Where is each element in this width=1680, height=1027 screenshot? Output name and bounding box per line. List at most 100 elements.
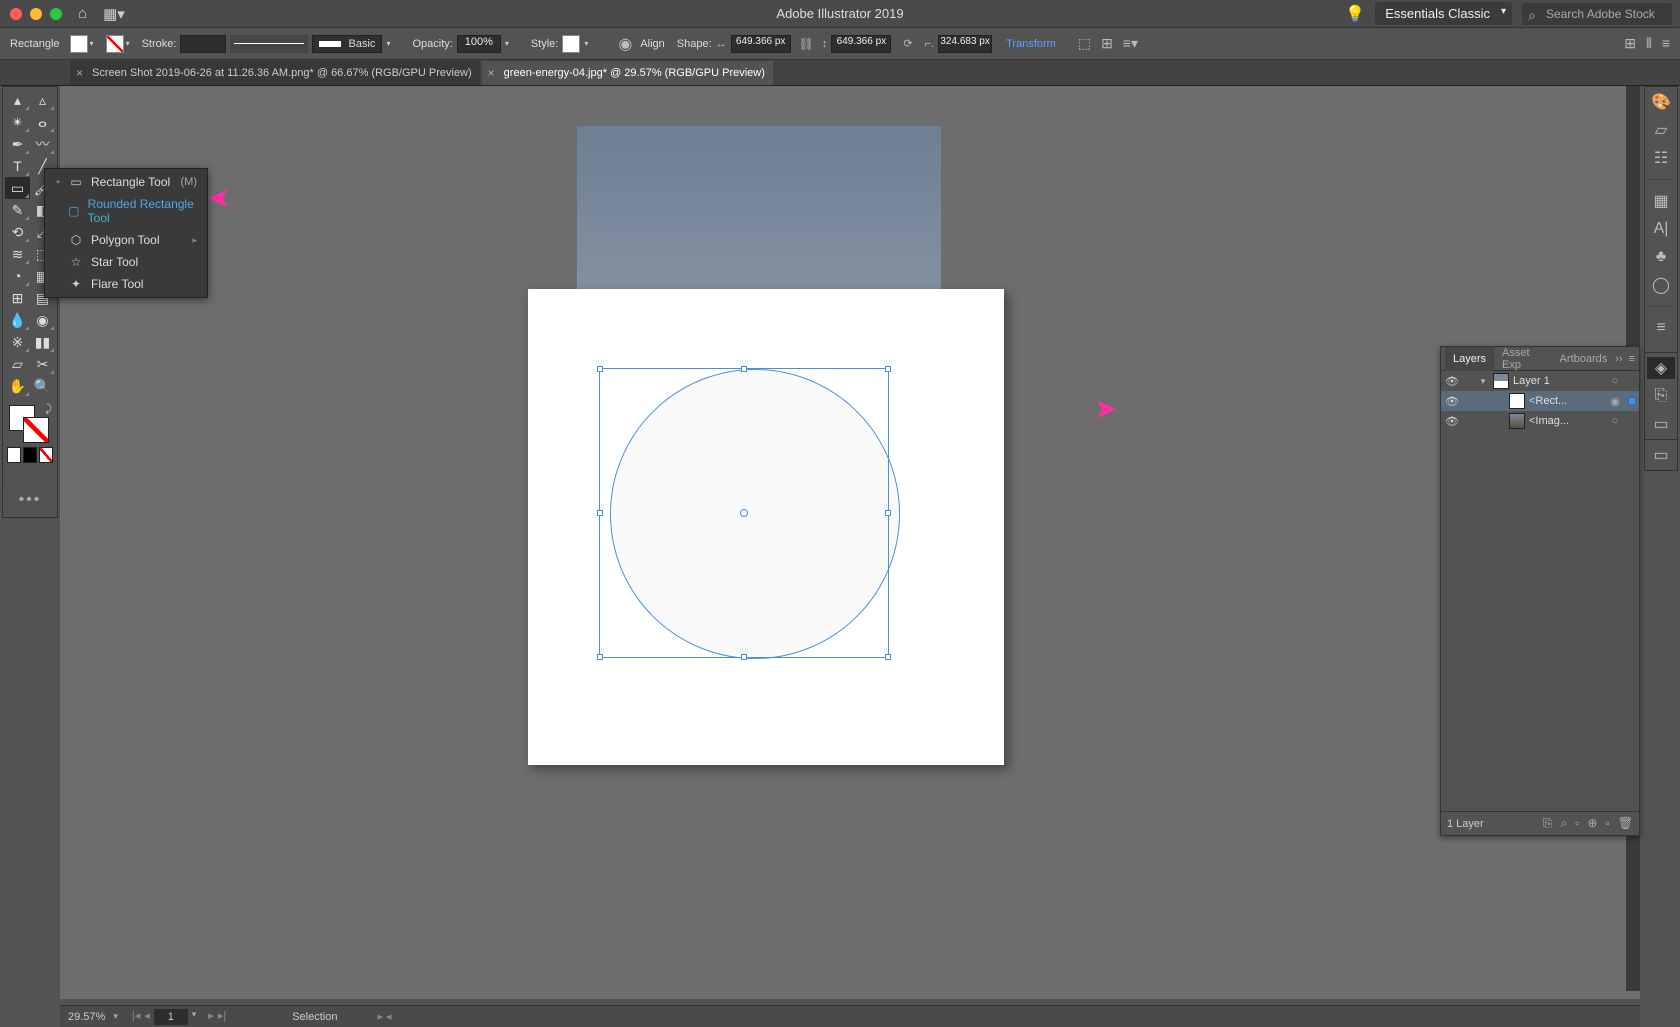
flyout-star-tool[interactable]: ☆ Star Tool [45, 251, 207, 273]
swap-fill-stroke-icon[interactable]: ⤸ [45, 403, 52, 416]
shape-height-input[interactable]: 649.366 px [831, 35, 891, 53]
panel-tab-layers[interactable]: Layers [1445, 347, 1494, 371]
stroke-swatch[interactable] [106, 35, 124, 53]
column-graph-tool[interactable]: ▮▮ [30, 331, 55, 353]
character-panel-icon[interactable]: A| [1647, 218, 1675, 240]
resize-handle[interactable] [885, 366, 891, 372]
last-artboard-icon[interactable]: ▸| [218, 1009, 226, 1025]
artboard-dropdown-icon[interactable]: ▾ [192, 1009, 197, 1025]
stroke-profile-dropdown[interactable] [230, 35, 308, 53]
resize-handle[interactable] [597, 654, 603, 660]
resize-handle[interactable] [597, 366, 603, 372]
recolor-icon[interactable]: ◉ [618, 34, 632, 54]
panel-menu-icon[interactable]: ≡ [1629, 353, 1635, 365]
maximize-window-button[interactable] [50, 8, 62, 20]
target-icon[interactable]: ◉ [1605, 395, 1625, 408]
opacity-input[interactable]: 100% [457, 35, 501, 53]
arrange-documents-icon[interactable]: ▦▾ [103, 5, 125, 23]
group-icon[interactable]: ⊞ [1101, 35, 1113, 52]
resize-handle[interactable] [597, 510, 603, 516]
resize-handle[interactable] [885, 654, 891, 660]
fill-swatch[interactable] [70, 35, 88, 53]
shape-builder-tool[interactable]: ◔ [5, 265, 30, 287]
workspace-dropdown[interactable]: Essentials Classic [1375, 2, 1512, 25]
status-menu-icon[interactable]: ▸ ◂ [377, 1010, 391, 1023]
stroke-color[interactable] [23, 417, 49, 443]
graphic-style-swatch[interactable] [562, 35, 580, 53]
delete-layer-icon[interactable]: 🗑 [1618, 816, 1633, 831]
opacity-dropdown-icon[interactable]: ▾ [505, 39, 509, 48]
corner-radius-input[interactable]: 324.683 px [938, 35, 992, 53]
magic-wand-tool[interactable]: ✴ [5, 111, 30, 133]
symbols-panel-icon[interactable]: ♣ [1647, 246, 1675, 268]
visibility-toggle-icon[interactable]: 👁 [1441, 375, 1463, 388]
type-tool[interactable]: T [5, 155, 30, 177]
flyout-rounded-rectangle-tool[interactable]: ▢ Rounded Rectangle Tool [45, 193, 207, 229]
blend-tool[interactable]: ◉ [30, 309, 55, 331]
shape-width-input[interactable]: 649.366 px [731, 35, 791, 53]
zoom-dropdown-icon[interactable]: ▾ [113, 1011, 118, 1022]
resize-handle[interactable] [741, 654, 747, 660]
document-tab[interactable]: Screen Shot 2019-06-26 at 11.26.36 AM.pn… [70, 61, 480, 85]
snap-icon[interactable]: ⫴ [1646, 35, 1652, 52]
new-layer-icon[interactable]: ▫ [1606, 816, 1610, 831]
visibility-toggle-icon[interactable]: 👁 [1441, 415, 1463, 428]
asset-export-panel-icon[interactable]: ⎘ [1647, 385, 1675, 407]
artboards-panel-icon[interactable]: ▭ [1647, 413, 1675, 435]
minimize-window-button[interactable] [30, 8, 42, 20]
hand-tool[interactable]: ✋ [5, 375, 30, 397]
gradient-mode-button[interactable] [23, 447, 37, 463]
layer-name[interactable]: Layer 1 [1513, 375, 1605, 387]
pen-tool[interactable]: ✒ [5, 133, 30, 155]
graphic-styles-panel-icon[interactable]: ▭ [1647, 444, 1675, 466]
artboard-number-input[interactable]: 1 [154, 1009, 188, 1025]
visibility-toggle-icon[interactable]: 👁 [1441, 395, 1463, 408]
rotate-icon[interactable]: ⟳ [903, 37, 912, 50]
eyedropper-tool[interactable]: 💧 [5, 309, 30, 331]
align-label[interactable]: Align [640, 38, 664, 50]
resize-handle[interactable] [741, 366, 747, 372]
panel-collapse-icon[interactable]: ›› [1615, 353, 1622, 365]
search-stock-input[interactable]: Search Adobe Stock [1522, 3, 1672, 25]
isolate-icon[interactable]: ⬚ [1078, 35, 1091, 52]
close-window-button[interactable] [10, 8, 22, 20]
home-icon[interactable]: ⌂ [78, 5, 87, 22]
width-tool[interactable]: ≋ [5, 243, 30, 265]
resize-handle[interactable] [885, 510, 891, 516]
fill-stroke-control[interactable]: ⤸ [5, 403, 55, 445]
flyout-flare-tool[interactable]: ✦ Flare Tool [45, 273, 207, 295]
create-new-layer-icon[interactable]: ⊕ [1587, 816, 1597, 831]
next-artboard-icon[interactable]: ▸ [208, 1009, 214, 1025]
link-dimensions-icon[interactable]: ⛓ [799, 37, 814, 51]
glyphs-panel-icon[interactable]: ◯ [1647, 274, 1675, 296]
discover-icon[interactable]: 💡 [1345, 4, 1365, 24]
grid-icon[interactable]: ⊞ [1624, 35, 1636, 52]
rectangle-tool[interactable]: ▭ [5, 177, 30, 199]
slice-tool[interactable]: ✂ [30, 353, 55, 375]
flyout-polygon-tool[interactable]: ⬡ Polygon Tool ▸ [45, 229, 207, 251]
rotate-tool[interactable]: ⟲ [5, 221, 30, 243]
panel-tab-asset-export[interactable]: Asset Exp [1494, 347, 1552, 371]
symbol-sprayer-tool[interactable]: ※ [5, 331, 30, 353]
zoom-level[interactable]: 29.57% [60, 1011, 113, 1023]
prev-artboard-icon[interactable]: ◂ [144, 1009, 150, 1025]
brushes-panel-icon[interactable]: ☷ [1647, 147, 1675, 169]
layer-row[interactable]: 👁 <Rect... ◉ [1441, 391, 1639, 411]
properties-panel-icon[interactable]: 🎨 [1647, 91, 1675, 113]
selection-tool[interactable]: ▴ [5, 89, 30, 111]
zoom-tool[interactable]: 🔍 [30, 375, 55, 397]
edit-toolbar-button[interactable]: ••• [5, 485, 55, 515]
layers-panel-icon[interactable]: ◈ [1647, 357, 1675, 379]
fill-dropdown-icon[interactable]: ▾ [90, 39, 94, 48]
canvas[interactable] [60, 86, 1640, 999]
color-mode-button[interactable] [7, 447, 21, 463]
transform-link[interactable]: Transform [1006, 38, 1056, 50]
locate-object-icon[interactable]: ⎘ [1543, 816, 1553, 831]
full-screen-button[interactable] [25, 467, 41, 483]
document-tab[interactable]: green-energy-04.jpg* @ 29.57% (RGB/GPU P… [482, 61, 773, 85]
stroke-panel-icon[interactable]: ≡ [1647, 317, 1675, 339]
panel-tab-artboards[interactable]: Artboards [1552, 347, 1616, 371]
first-artboard-icon[interactable]: |◂ [132, 1009, 140, 1025]
style-dropdown-icon[interactable]: ▾ [584, 39, 588, 48]
none-mode-button[interactable] [39, 447, 53, 463]
